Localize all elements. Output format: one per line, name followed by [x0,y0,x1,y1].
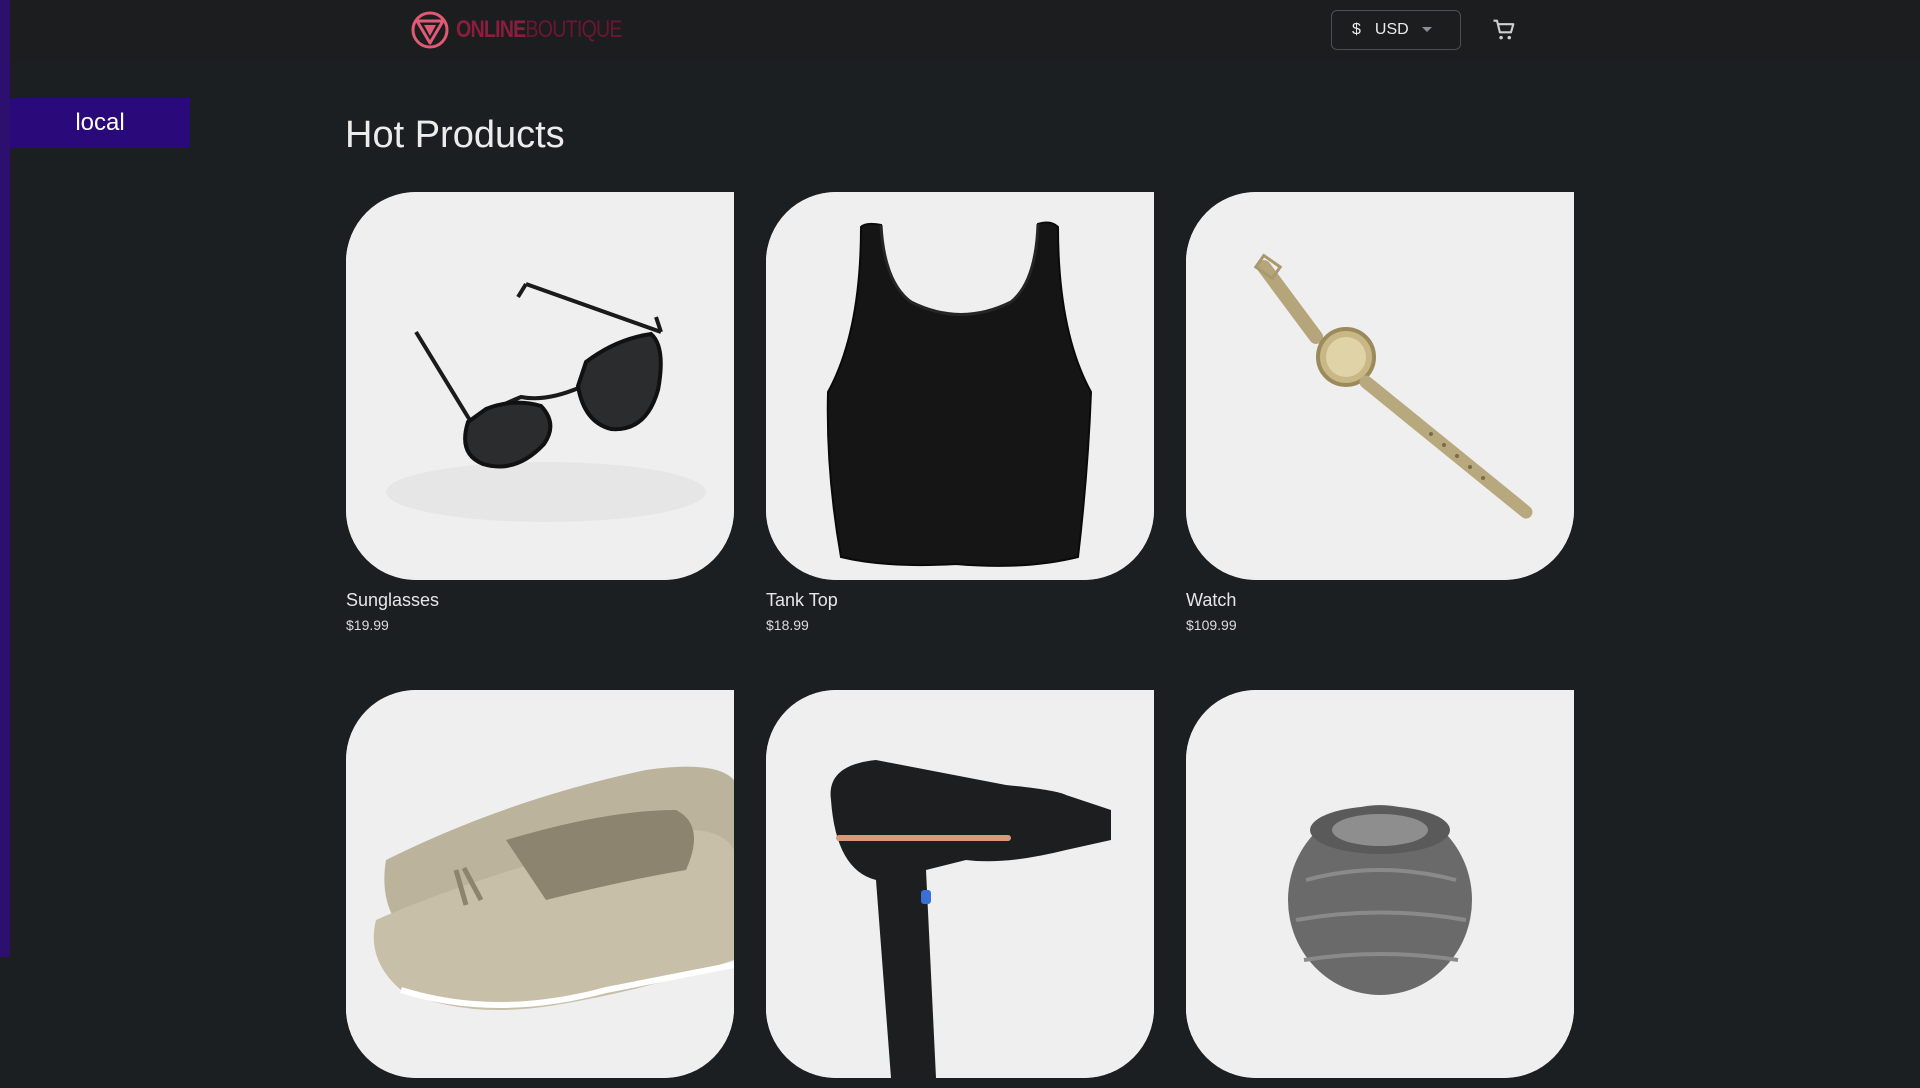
logo-text-thin: BOUTIQUE [525,16,622,43]
product-card-watch[interactable]: Watch $109.99 [1186,192,1574,633]
product-price: $109.99 [1186,617,1237,633]
logo-triangle-icon [411,11,449,49]
product-price: $19.99 [346,617,389,633]
sunglasses-image [346,192,734,580]
environment-label: local [10,98,190,148]
product-image[interactable] [766,192,1154,580]
currency-code: USD [1374,21,1409,38]
environment-strip [0,0,10,957]
hairdryer-image [766,690,1154,1078]
section-title: Hot Products [345,114,565,156]
logo-text: ONLINEBOUTIQUE [456,16,622,44]
product-card-hairdryer[interactable] [766,690,1154,1088]
product-price: $18.99 [766,617,809,633]
watch-image [1186,192,1574,580]
product-card-sunglasses[interactable]: Sunglasses $19.99 [346,192,734,633]
product-image[interactable] [346,192,734,580]
product-image[interactable] [346,690,734,1078]
product-card-loafers[interactable] [346,690,734,1088]
product-name[interactable]: Sunglasses [346,590,734,611]
logo[interactable]: ONLINEBOUTIQUE [410,8,658,52]
product-card-candle-holder[interactable] [1186,690,1574,1088]
candle-holder-image [1186,690,1574,1078]
product-image[interactable] [1186,192,1574,580]
product-grid: Sunglasses $19.99 Tank Top $18.99 Watch … [346,192,1574,1078]
currency-symbol: $ [1352,21,1361,38]
loafers-image [346,690,734,1078]
tank-top-image [766,192,1154,580]
product-name[interactable]: Tank Top [766,590,1154,611]
chevron-down-icon [1422,27,1432,32]
currency-selector[interactable]: $ USD [1331,10,1461,50]
product-card-tank-top[interactable]: Tank Top $18.99 [766,192,1154,633]
logo-text-bold: ONLINE [456,16,526,43]
cart-icon[interactable] [1490,16,1518,44]
top-header: ONLINEBOUTIQUE $ USD [10,0,1920,62]
product-image[interactable] [766,690,1154,1078]
product-name[interactable]: Watch [1186,590,1574,611]
product-image[interactable] [1186,690,1574,1078]
